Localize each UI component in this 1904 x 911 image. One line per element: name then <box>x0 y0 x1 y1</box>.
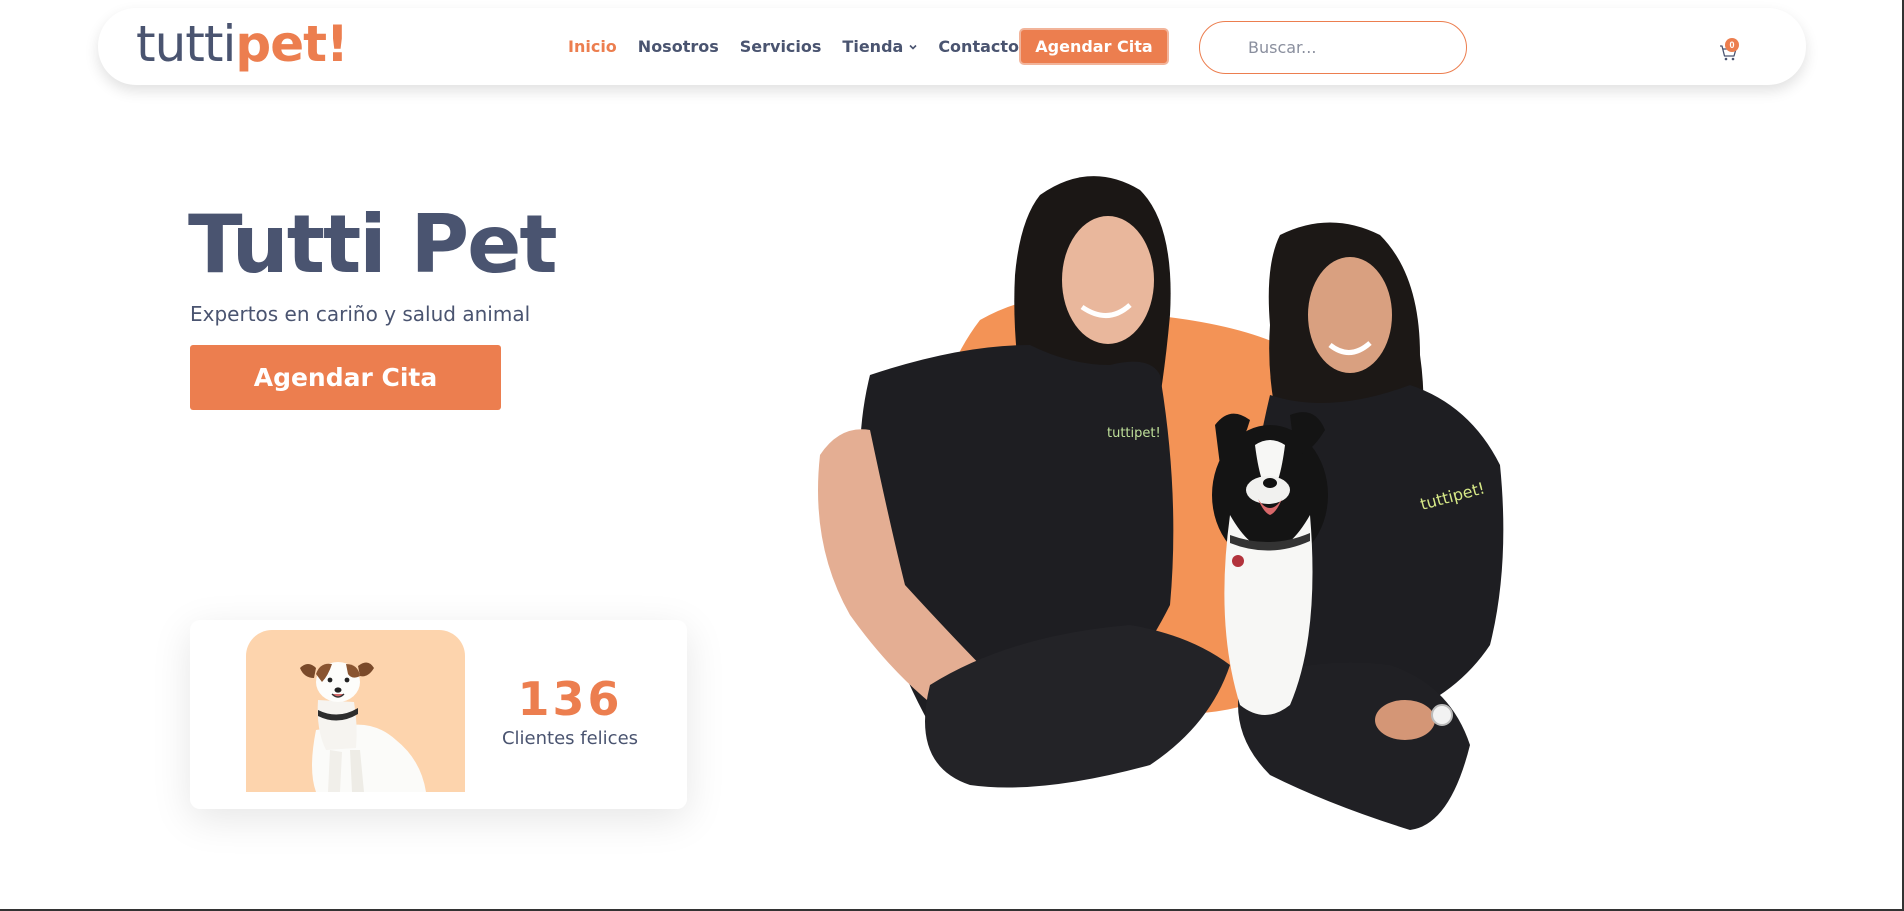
happy-clients-count: 136 <box>517 672 623 726</box>
hero-subtitle: Expertos en cariño y salud animal <box>190 302 531 326</box>
cart-count-badge: 0 <box>1725 38 1739 52</box>
happy-clients-label: Clientes felices <box>501 728 639 749</box>
nav-item-inicio[interactable]: Inicio <box>568 37 617 56</box>
navbar: tutti pet! Inicio Nosotros Servicios Tien… <box>98 8 1806 85</box>
agendar-cita-nav-button[interactable]: Agendar Cita <box>1019 28 1169 65</box>
hero-photo-vets-with-dog: tuttipet! tuttipet! <box>818 176 1504 830</box>
nav-item-servicios[interactable]: Servicios <box>740 37 822 56</box>
logo-text-tutti: tutti <box>136 15 236 73</box>
nav-item-tienda-label: Tienda <box>842 37 904 56</box>
nav-item-nosotros[interactable]: Nosotros <box>638 37 719 56</box>
cart-button[interactable]: 0 <box>1712 32 1746 66</box>
search-box <box>1199 21 1467 74</box>
logo-text-pet: pet! <box>235 15 348 73</box>
main-nav: Inicio Nosotros Servicios Tienda Contact… <box>568 8 1019 85</box>
hero-title: Tutti Pet <box>188 198 558 291</box>
chevron-down-icon <box>909 44 917 50</box>
jack-russell-dog-illustration <box>300 662 426 792</box>
site-logo[interactable]: tutti pet! <box>136 15 349 73</box>
dog-photo <box>246 630 465 792</box>
nav-item-tienda[interactable]: Tienda <box>842 37 917 56</box>
happy-clients-card: 136 Clientes felices <box>190 620 687 809</box>
nav-item-contacto[interactable]: Contacto <box>938 37 1019 56</box>
scrubs-logo-left: tuttipet! <box>1107 426 1161 441</box>
agendar-cita-hero-button[interactable]: Agendar Cita <box>190 345 501 410</box>
search-input[interactable] <box>1248 38 1438 57</box>
